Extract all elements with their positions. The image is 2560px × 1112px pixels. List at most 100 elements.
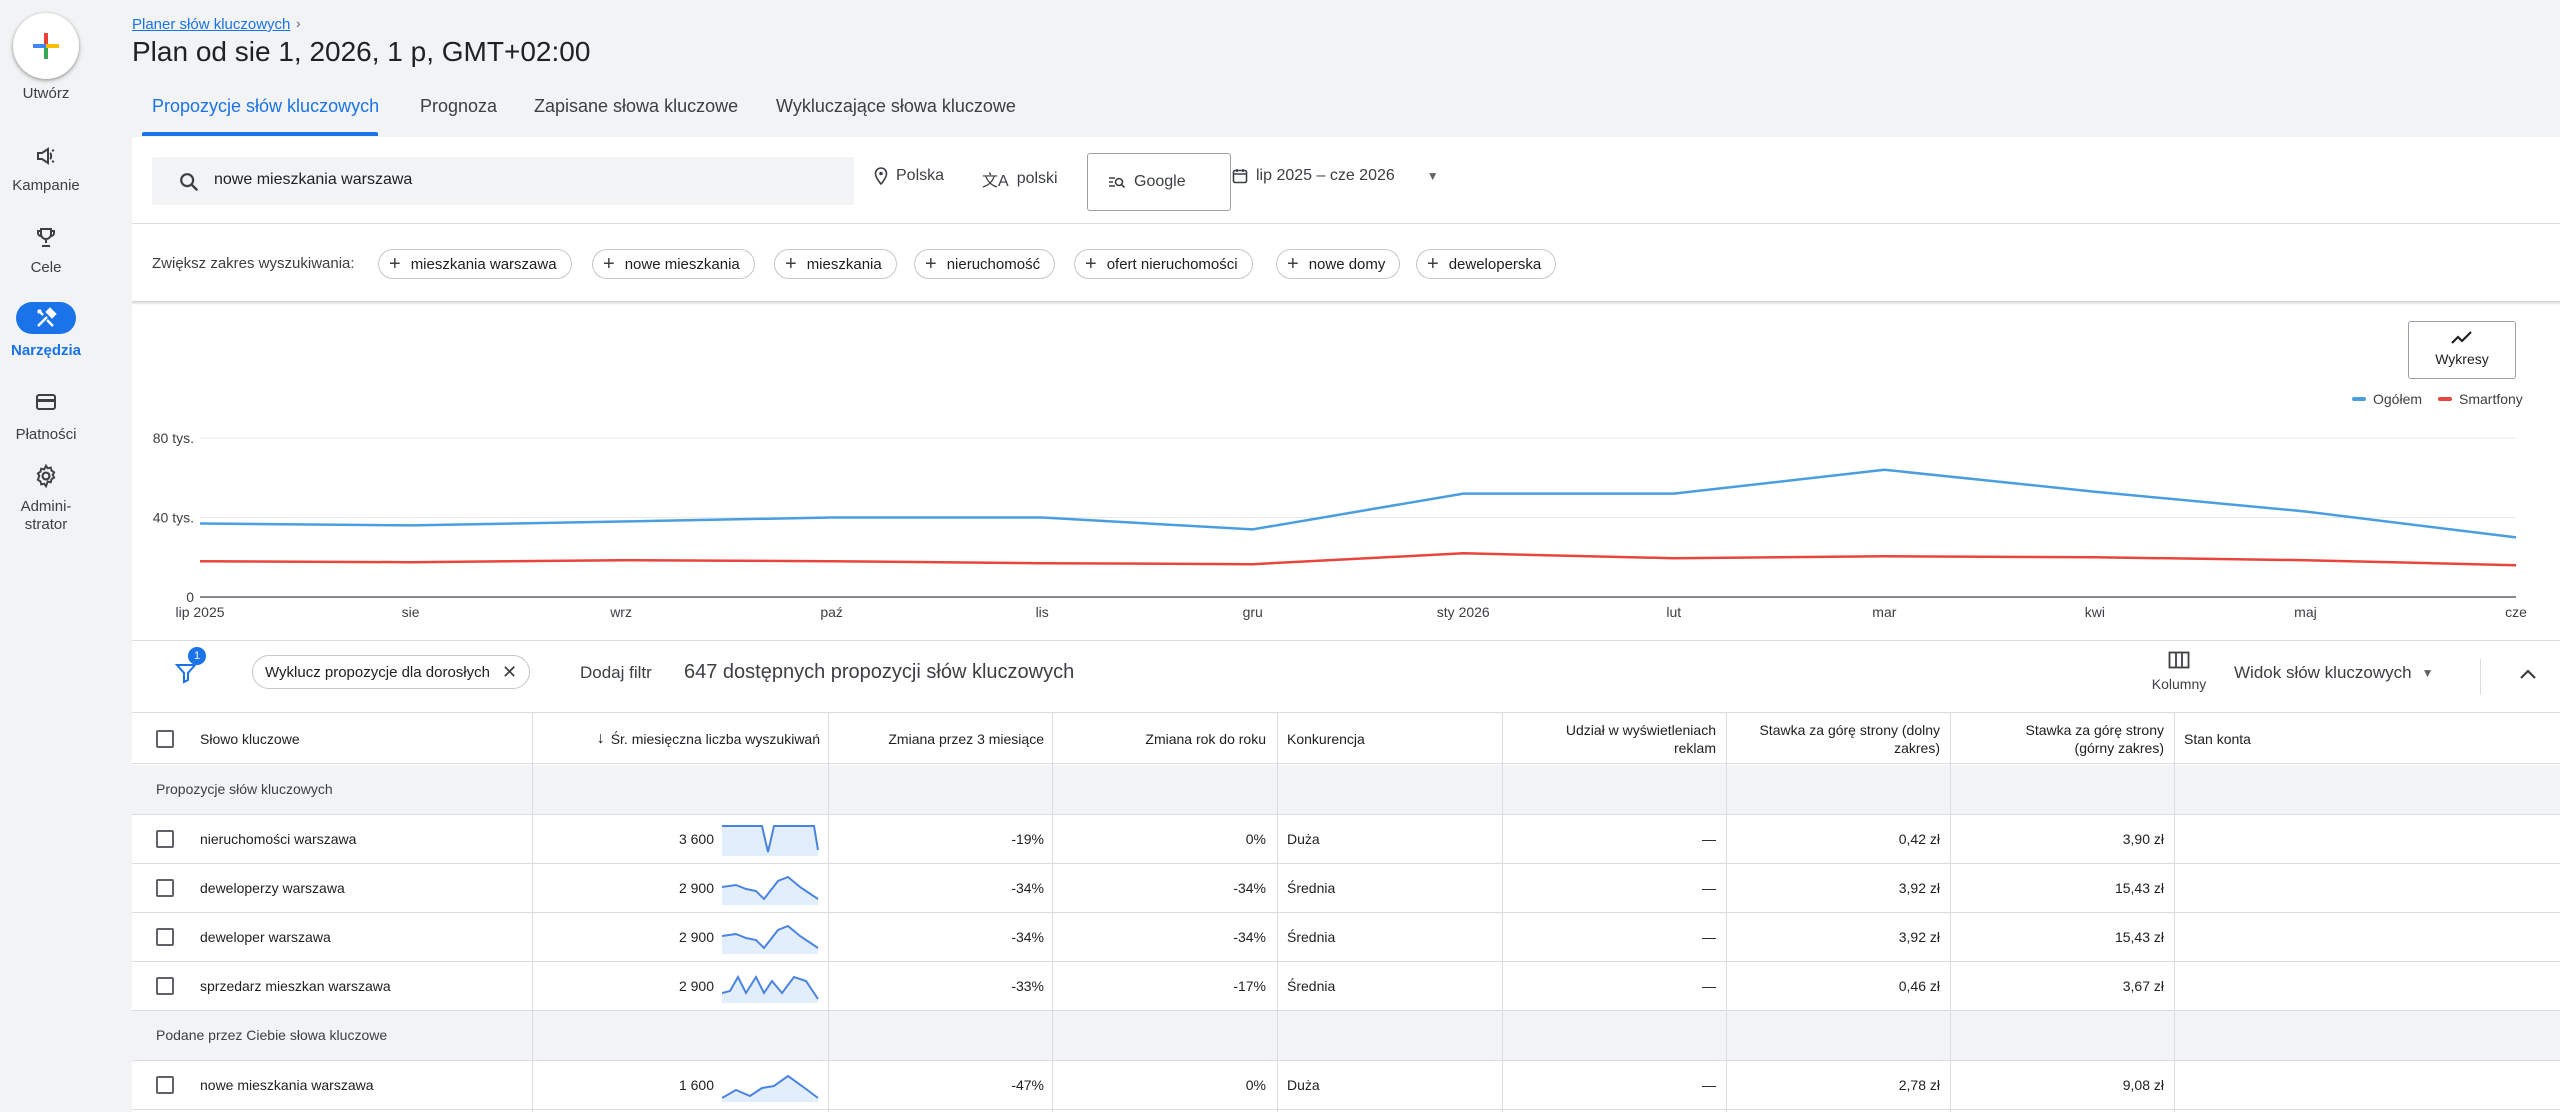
keyword-cell: sprzedarz mieszkan warszawa xyxy=(200,978,391,994)
yoy-change-cell: 0% xyxy=(1245,831,1266,847)
filter-chip-label: Wyklucz propozycje dla dorosłych xyxy=(265,663,490,681)
col-bid-high-label2: (górny zakres) xyxy=(2074,740,2164,756)
search-input[interactable]: nowe mieszkania warszawa xyxy=(214,171,412,189)
y-tick-label: 40 tys. xyxy=(153,510,194,526)
select-all-checkbox[interactable] xyxy=(156,730,174,748)
competition-cell: Średnia xyxy=(1287,978,1336,994)
col-account-status[interactable]: Stan konta xyxy=(2184,713,2384,765)
broaden-chip[interactable]: + deweloperska xyxy=(1416,249,1557,279)
column-divider xyxy=(1052,712,1053,1112)
chevron-up-icon[interactable] xyxy=(2516,663,2540,687)
gear-icon xyxy=(26,462,66,490)
search-box[interactable]: nowe mieszkania warszawa xyxy=(152,157,854,205)
impression-share-cell: — xyxy=(1702,831,1716,847)
nav-item-admin[interactable]: Admini- strator xyxy=(0,460,92,540)
col-bid-low[interactable]: Stawka za górę strony (dolny zakres) xyxy=(1732,713,1940,765)
table-row[interactable]: sprzedarz mieszkan warszawa 2 900 -33% -17%… xyxy=(132,962,2560,1011)
col-bid-high[interactable]: Stawka za górę strony (górny zakres) xyxy=(1956,713,2164,765)
row-checkbox[interactable] xyxy=(156,1076,174,1094)
row-checkbox[interactable] xyxy=(156,977,174,995)
nav-item-goals[interactable]: Cele xyxy=(0,222,92,282)
broaden-chip[interactable]: + nowe domy xyxy=(1276,249,1401,279)
impression-share-cell: — xyxy=(1702,1077,1716,1093)
translate-icon: 文A xyxy=(982,173,1009,190)
nav-label: Kampanie xyxy=(12,177,80,194)
group-label: Podane przez Ciebie słowa kluczowe xyxy=(156,1027,388,1043)
row-checkbox[interactable] xyxy=(156,928,174,946)
col-competition[interactable]: Konkurencja xyxy=(1287,713,1497,765)
nav-item-tools[interactable]: Narzędzia xyxy=(0,302,92,362)
row-checkbox[interactable] xyxy=(156,879,174,897)
nav-item-billing[interactable]: Płatności xyxy=(0,386,92,446)
plus-icon: + xyxy=(1427,253,1439,275)
tab-keyword-ideas[interactable]: Propozycje słów kluczowych xyxy=(152,96,379,117)
network-label: Google xyxy=(1134,173,1186,190)
table-row[interactable]: nowe mieszkania warszawa 1 600 -47% 0% Duża —… xyxy=(132,1061,2560,1110)
close-icon[interactable]: ✕ xyxy=(502,662,517,683)
search-icon xyxy=(180,173,199,192)
x-tick-label: maj xyxy=(2294,604,2317,620)
tab-forecast[interactable]: Prognoza xyxy=(420,96,497,117)
trend-sparkline[interactable] xyxy=(722,920,820,954)
calendar-icon xyxy=(1232,169,1248,184)
nav-label: Płatności xyxy=(15,426,77,443)
view-selector[interactable]: Widok słów kluczowych ▼ xyxy=(2234,663,2434,683)
col-avg-searches[interactable]: ↓ Śr. miesięczna liczba wyszukiwań xyxy=(532,713,820,765)
divider xyxy=(2480,659,2481,695)
x-tick-label: sty 2026 xyxy=(1437,604,1490,620)
chip-label: nowe mieszkania xyxy=(624,255,740,273)
col-impression-share[interactable]: Udział w wyświetleniach reklam xyxy=(1508,713,1716,765)
table-group-header: Propozycje słów kluczowych xyxy=(132,765,2560,815)
col-yoy-change[interactable]: Zmiana rok do roku xyxy=(1056,713,1266,765)
breadcrumb[interactable]: Planer słów kluczowych xyxy=(132,16,290,33)
x-tick-label: mar xyxy=(1872,604,1896,620)
broaden-chip[interactable]: + mieszkania xyxy=(774,249,897,279)
location-selector[interactable]: Polska xyxy=(874,167,944,185)
charts-button[interactable]: Wykresy xyxy=(2408,321,2516,379)
y-tick-label: 80 tys. xyxy=(153,430,194,446)
adult-filter-chip[interactable]: Wyklucz propozycje dla dorosłych ✕ xyxy=(252,655,531,689)
bid-low-cell: 0,46 zł xyxy=(1898,978,1940,994)
create-label: Utwórz xyxy=(22,85,70,102)
filter-bar: 1 Wyklucz propozycje dla dorosłych ✕ Dod… xyxy=(132,641,2560,711)
broaden-chip[interactable]: + nieruchomość xyxy=(914,249,1056,279)
table-row[interactable]: nieruchomości warszawa 3 600 -19% 0% Duża — 0,… xyxy=(132,815,2560,864)
avg-searches-cell: 2 900 xyxy=(678,978,714,994)
col-bid-high-label: Stawka za górę strony xyxy=(2025,722,2164,738)
keyword-cell: nieruchomości warszawa xyxy=(200,831,357,847)
create-button[interactable] xyxy=(13,13,79,79)
main-card: nowe mieszkania warszawa Polska 文A polsk… xyxy=(132,137,2560,1112)
date-range-selector[interactable]: lip 2025 – cze 2026 ▼ xyxy=(1232,167,1439,185)
left-rail: Utwórz Kampanie Cele Narzędzia Płatności… xyxy=(0,0,92,1112)
trend-sparkline[interactable] xyxy=(722,822,820,856)
trend-sparkline[interactable] xyxy=(722,871,820,905)
x-tick-label: gru xyxy=(1243,604,1263,620)
columns-button[interactable]: Kolumny xyxy=(2144,651,2214,692)
language-selector[interactable]: 文A polski xyxy=(982,167,1058,191)
keyword-cell: nowe mieszkania warszawa xyxy=(200,1077,374,1093)
avg-searches-cell: 2 900 xyxy=(678,880,714,896)
trend-sparkline[interactable] xyxy=(722,969,820,1003)
trend-sparkline[interactable] xyxy=(722,1068,820,1102)
tab-saved-keywords[interactable]: Zapisane słowa kluczowe xyxy=(534,96,738,117)
broaden-chip[interactable]: + mieszkania warszawa xyxy=(378,249,572,279)
view-label: Widok słów kluczowych xyxy=(2234,663,2412,682)
table-row[interactable]: deweloper warszawa 2 900 -34% -34% Średnia — 3… xyxy=(132,913,2560,962)
add-filter-button[interactable]: Dodaj filtr xyxy=(580,663,652,683)
col-keyword[interactable]: Słowo kluczowe xyxy=(200,713,520,765)
section-shadow xyxy=(132,301,2560,305)
network-selector[interactable]: Google xyxy=(1087,153,1231,211)
avg-searches-cell: 3 600 xyxy=(678,831,714,847)
table-row[interactable]: deweloperzy warszawa 2 900 -34% -34% Średnia… xyxy=(132,864,2560,913)
broaden-chip[interactable]: + ofert nieruchomości xyxy=(1074,249,1253,279)
chip-label: mieszkania warszawa xyxy=(410,255,557,273)
row-checkbox[interactable] xyxy=(156,830,174,848)
nav-item-campaigns[interactable]: Kampanie xyxy=(0,140,92,200)
col-bid-low-label2: zakres) xyxy=(1894,740,1940,756)
chip-label: nieruchomość xyxy=(946,255,1041,273)
broaden-chip[interactable]: + nowe mieszkania xyxy=(592,249,755,279)
bid-low-cell: 3,92 zł xyxy=(1898,880,1940,896)
bid-low-cell: 3,92 zł xyxy=(1898,929,1940,945)
col-three-month-change[interactable]: Zmiana przez 3 miesiące xyxy=(832,713,1044,765)
tab-negative-keywords[interactable]: Wykluczające słowa kluczowe xyxy=(776,96,1016,117)
